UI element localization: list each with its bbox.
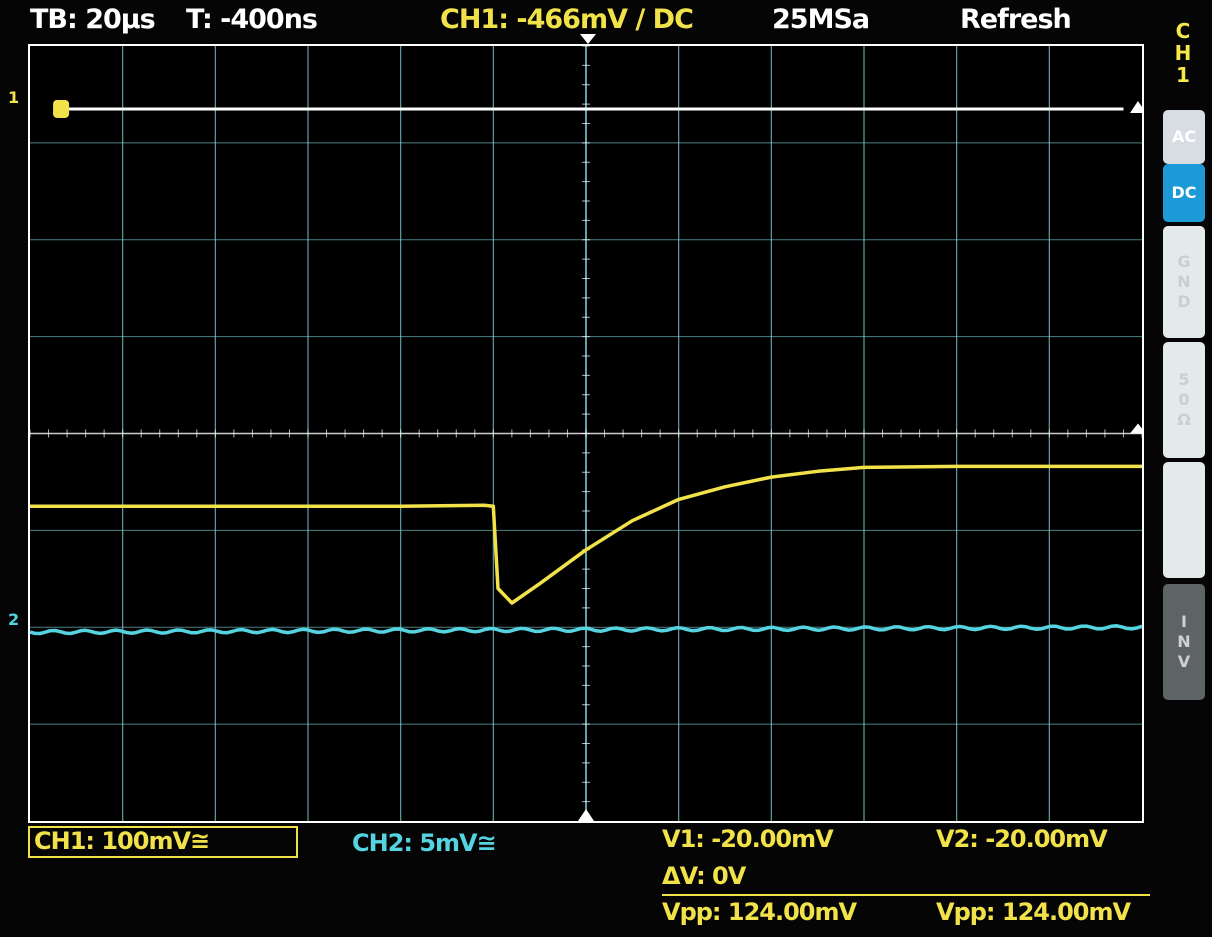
ch1-header-char: H [1174, 41, 1192, 65]
cursor-delta-v-readout: ΔV: 0V [662, 862, 746, 890]
waveform-plot [30, 46, 1142, 821]
ch1-scale-readout[interactable]: CH1: 100mV≅ [34, 827, 210, 855]
ch1-offset-readout[interactable]: CH1: -466mV / DC [440, 4, 694, 35]
sample-rate-readout: 25MSa [772, 4, 870, 35]
waveform-display[interactable] [28, 44, 1144, 823]
measure-divider [662, 894, 1150, 896]
ref-level-marker [1130, 100, 1142, 113]
ch1-header-char: C [1175, 19, 1191, 43]
gnd-coupling-button[interactable]: G N D [1163, 226, 1205, 338]
softkey-label: AC [1171, 127, 1197, 146]
trigger-position-marker-top [580, 34, 596, 44]
cursor-v1-readout: V1: -20.00mV [662, 825, 834, 853]
vpp-measure-1: Vpp: 124.00mV [662, 898, 857, 926]
trigger-level-marker [1130, 423, 1142, 434]
vpp-measure-2: Vpp: 124.00mV [936, 898, 1131, 926]
ref-start-marker [53, 99, 70, 118]
ch1-header-char: 1 [1176, 63, 1190, 87]
invert-button[interactable]: I N V [1163, 584, 1205, 700]
dc-coupling-button[interactable]: DC [1163, 164, 1205, 222]
softkey-label: DC [1171, 183, 1197, 202]
ac-coupling-button[interactable]: AC [1163, 110, 1205, 164]
softkey-label: G N D [1177, 252, 1191, 311]
timebase-readout[interactable]: TB: 20µs [30, 4, 156, 35]
softkey-label: 5 0 Ω [1177, 370, 1191, 429]
ch1-level-marker: 1 [8, 88, 20, 107]
trigger-time-readout[interactable]: T: -400ns [186, 4, 318, 35]
termination-50ohm-button[interactable]: 5 0 Ω [1163, 342, 1205, 458]
ch1-menu-header: C H 1 [1168, 20, 1198, 86]
softkey-label: I N V [1177, 612, 1191, 671]
ch2-level-marker: 2 [8, 610, 20, 629]
ch2-scale-readout[interactable]: CH2: 5mV≅ [352, 829, 497, 857]
acquisition-mode[interactable]: Refresh [960, 4, 1072, 35]
cursor-v2-readout: V2: -20.00mV [936, 825, 1108, 853]
bandwidth-limit-button[interactable] [1163, 462, 1205, 578]
trigger-position-marker-bottom [578, 809, 594, 821]
